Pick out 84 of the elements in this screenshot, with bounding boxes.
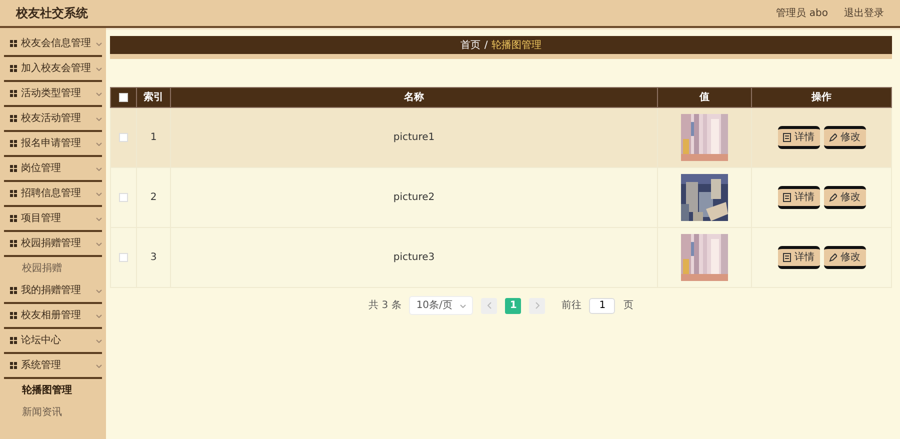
row-checkbox[interactable] [119, 132, 128, 142]
sidebar-item[interactable]: 校友活动管理 [4, 107, 102, 132]
chevron-down-icon [460, 304, 466, 308]
grid-icon [10, 240, 17, 247]
chevron-down-icon [96, 288, 102, 292]
chevron-down-icon [96, 338, 102, 342]
grid-icon [10, 215, 17, 222]
sidebar-item[interactable]: 我的捐赠管理 [4, 279, 102, 304]
edit-button[interactable]: 修改 [824, 186, 866, 209]
details-button[interactable]: 详情 [778, 246, 820, 269]
chevron-right-icon [534, 302, 540, 309]
chevron-down-icon [96, 92, 102, 96]
next-page-button[interactable] [529, 298, 546, 314]
select-all-checkbox[interactable] [119, 92, 128, 102]
grid-icon [10, 287, 17, 294]
page-unit-label: 页 [623, 299, 634, 313]
sidebar-item[interactable]: 校园捐赠管理 [4, 232, 102, 257]
page-input[interactable]: 1 [589, 298, 616, 314]
app-title: 校友社交系统 [16, 5, 88, 22]
grid-icon [10, 115, 17, 122]
column-header: 值 [700, 92, 710, 103]
row-checkbox[interactable] [119, 192, 128, 202]
grid-icon [10, 337, 17, 344]
sidebar-item[interactable]: 论坛中心 [4, 329, 102, 354]
chevron-down-icon [96, 142, 102, 146]
name-cell: picture2 [393, 192, 435, 203]
chevron-left-icon [486, 302, 492, 309]
sidebar-item[interactable]: 加入校友会管理 [4, 57, 102, 82]
index-cell: 2 [150, 192, 157, 203]
sidebar-item[interactable]: 系统管理 [4, 354, 102, 379]
index-cell: 1 [150, 132, 157, 143]
sidebar-item[interactable]: 校友会信息管理 [4, 32, 102, 57]
chevron-down-icon [96, 242, 102, 246]
page-size-select[interactable]: 10条/页 [409, 296, 474, 315]
breadcrumb-current: 轮播图管理 [492, 38, 542, 52]
grid-icon [10, 362, 17, 369]
sidebar-item[interactable]: 岗位管理 [4, 157, 102, 182]
column-header: 名称 [404, 92, 424, 103]
chevron-down-icon [96, 66, 102, 70]
submenu-item[interactable]: 轮播图管理 [0, 379, 106, 401]
name-cell: picture3 [393, 252, 435, 263]
chevron-down-icon [96, 116, 102, 120]
index-cell: 3 [150, 252, 157, 263]
grid-icon [10, 312, 17, 319]
details-button[interactable]: 详情 [778, 186, 820, 209]
total-count: 共 3 条 [368, 298, 402, 313]
grid-icon [10, 140, 17, 147]
pencil-icon [828, 133, 836, 142]
grid-icon [10, 190, 17, 197]
document-icon [782, 133, 790, 142]
chevron-down-icon [96, 314, 102, 318]
breadcrumb-link[interactable]: 首页 [460, 38, 480, 52]
name-cell: picture1 [393, 132, 435, 143]
goto-label: 前往 [561, 298, 582, 313]
grid-icon [10, 40, 17, 47]
edit-button[interactable]: 修改 [824, 246, 866, 269]
chevron-down-icon [96, 192, 102, 196]
chevron-down-icon [96, 42, 102, 46]
sidebar-item[interactable]: 招聘信息管理 [4, 182, 102, 207]
grid-icon [10, 90, 17, 97]
user-label: 管理员 abo [776, 6, 828, 20]
prev-page-button[interactable] [481, 298, 498, 314]
chevron-down-icon [96, 364, 102, 368]
details-button[interactable]: 详情 [778, 126, 820, 149]
grid-icon [10, 165, 17, 172]
chevron-down-icon [96, 166, 102, 170]
submenu-item[interactable]: 新闻资讯 [0, 401, 106, 423]
pencil-icon [828, 253, 836, 262]
submenu-item[interactable]: 校园捐赠 [0, 257, 106, 279]
sidebar-item[interactable]: 项目管理 [4, 207, 102, 232]
sidebar-item[interactable]: 校友相册管理 [4, 304, 102, 329]
row-checkbox[interactable] [119, 252, 128, 262]
pencil-icon [828, 193, 836, 202]
chevron-down-icon [96, 216, 102, 220]
document-icon [782, 253, 790, 262]
logout-link[interactable]: 退出登录 [844, 6, 884, 20]
edit-button[interactable]: 修改 [824, 126, 866, 149]
column-header: 操作 [812, 92, 832, 103]
column-header: 索引 [144, 92, 164, 103]
grid-icon [10, 65, 17, 72]
sidebar-item[interactable]: 活动类型管理 [4, 82, 102, 107]
document-icon [782, 193, 790, 202]
breadcrumb-separator: / [484, 38, 488, 52]
sidebar-item[interactable]: 报名申请管理 [4, 132, 102, 157]
